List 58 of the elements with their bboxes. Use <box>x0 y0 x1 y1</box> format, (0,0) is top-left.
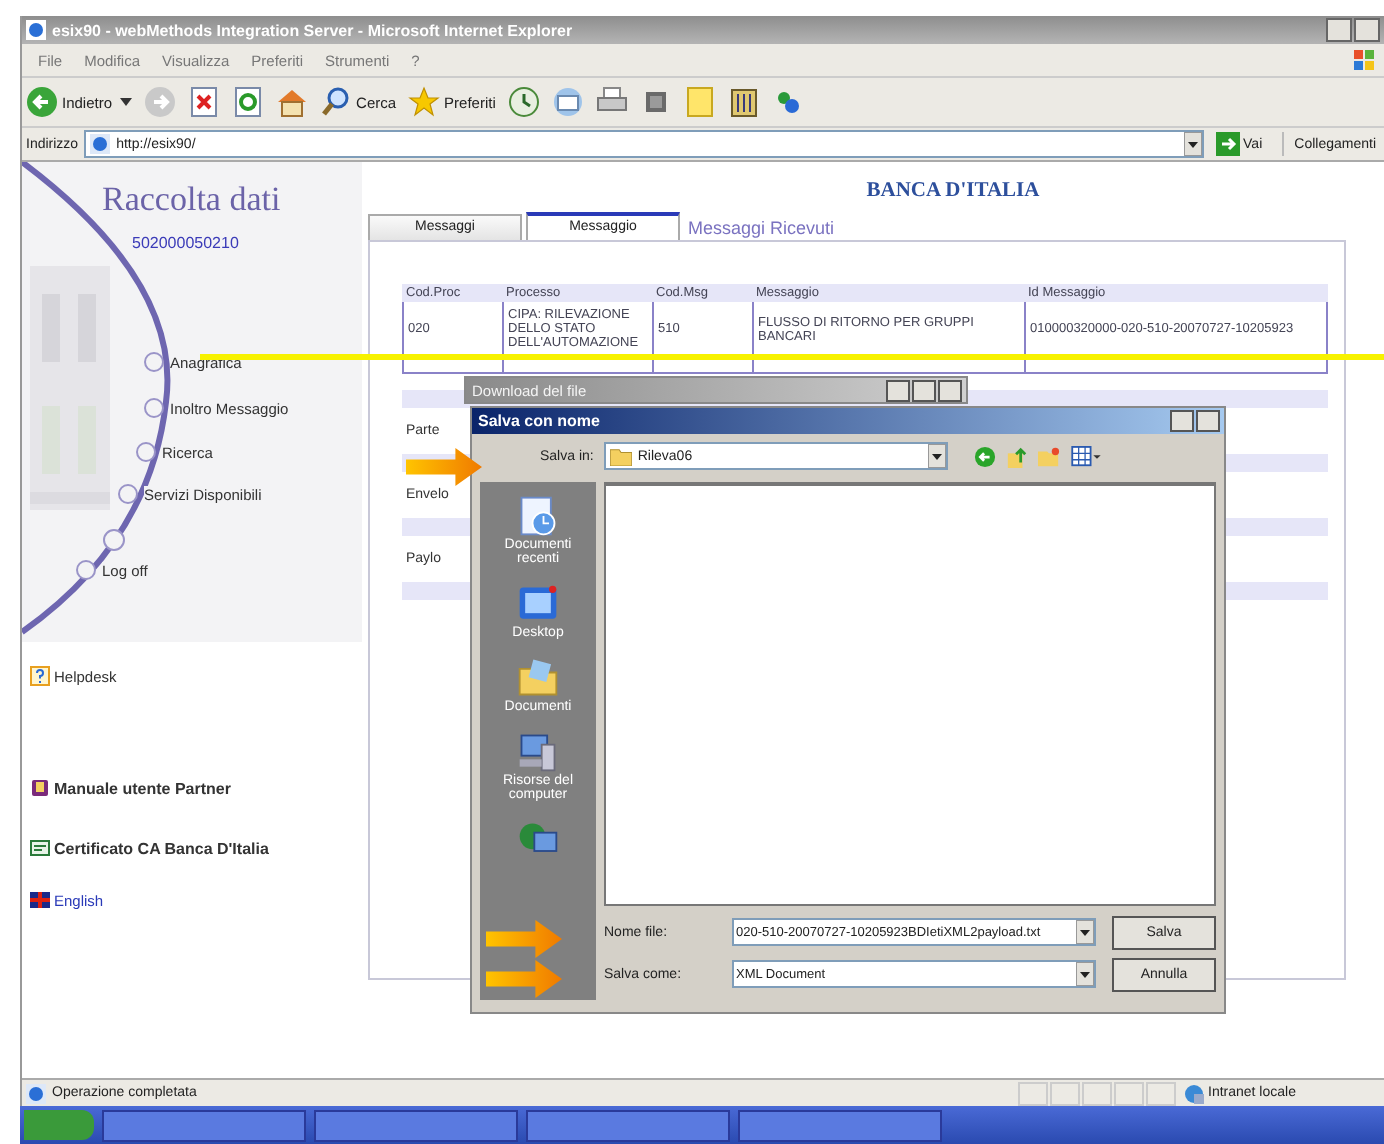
user-code: 502000050210 <box>132 234 239 252</box>
certificate-icon <box>30 838 50 858</box>
up-folder-icon[interactable] <box>1005 445 1028 467</box>
dropdown-arrow-icon[interactable] <box>1076 962 1094 986</box>
dropdown-arrow-icon[interactable] <box>1076 920 1094 944</box>
start-button[interactable] <box>24 1110 94 1140</box>
new-folder-icon[interactable] <box>1037 445 1060 467</box>
star-icon <box>408 86 441 118</box>
windows-logo-icon <box>1352 48 1376 72</box>
taskbar-button[interactable] <box>102 1109 306 1141</box>
book-icon <box>30 778 50 798</box>
globe-icon <box>1184 1083 1204 1103</box>
file-list[interactable] <box>604 482 1216 906</box>
flag-icon <box>30 890 50 910</box>
dropdown-arrow-icon[interactable] <box>927 444 946 468</box>
search-icon <box>320 86 353 118</box>
folder-icon <box>516 656 560 700</box>
refresh-icon[interactable] <box>232 86 265 118</box>
close-button[interactable] <box>1196 410 1220 432</box>
taskbar-button[interactable] <box>314 1109 518 1141</box>
page-icon <box>26 1083 46 1103</box>
taskbar-button[interactable] <box>738 1109 942 1141</box>
view-menu-icon[interactable] <box>1069 445 1102 467</box>
taskbar-button[interactable] <box>526 1109 730 1141</box>
go-arrow-icon <box>1215 132 1240 156</box>
research-icon[interactable] <box>727 86 760 118</box>
recent-documents-icon <box>516 494 560 538</box>
status-pane <box>1050 1081 1080 1105</box>
status-pane <box>1114 1081 1144 1105</box>
page-icon <box>90 134 111 154</box>
sidebar-link[interactable]: Certificato CA Banca D'Italia <box>30 838 269 858</box>
computer-icon <box>516 730 560 774</box>
minimize-button[interactable] <box>1326 18 1352 42</box>
help-icon <box>30 666 50 686</box>
arrow-icon <box>406 448 482 486</box>
minimize-button[interactable] <box>886 379 910 401</box>
sidebar-link[interactable]: Manuale utente Partner <box>30 778 231 798</box>
history-icon[interactable] <box>507 86 540 118</box>
dialog-title: Salva con nome <box>476 412 600 430</box>
dropdown-arrow-icon[interactable] <box>1183 132 1202 156</box>
tab[interactable]: Messaggi Ricevuti <box>680 216 835 240</box>
close-button[interactable] <box>938 379 962 401</box>
caret-icon[interactable] <box>120 98 133 106</box>
maximize-button[interactable] <box>1354 18 1380 42</box>
mail-icon[interactable] <box>551 86 584 118</box>
status-pane <box>1018 1081 1048 1105</box>
maximize-button[interactable] <box>912 379 936 401</box>
folder-icon <box>609 447 632 465</box>
stop-icon[interactable] <box>188 86 221 118</box>
status-pane <box>1146 1081 1176 1105</box>
help-button[interactable] <box>1170 410 1194 432</box>
browser-icon <box>26 20 46 40</box>
home-icon[interactable] <box>276 86 309 118</box>
window-title: esix90 - webMethods Integration Server - Microsoft Internet Explorer <box>52 21 575 39</box>
back-icon[interactable] <box>973 445 996 467</box>
page-header: BANCA D'ITALIA <box>866 180 1040 202</box>
app-title: Raccolta dati <box>102 180 281 220</box>
status-pane <box>1082 1081 1112 1105</box>
